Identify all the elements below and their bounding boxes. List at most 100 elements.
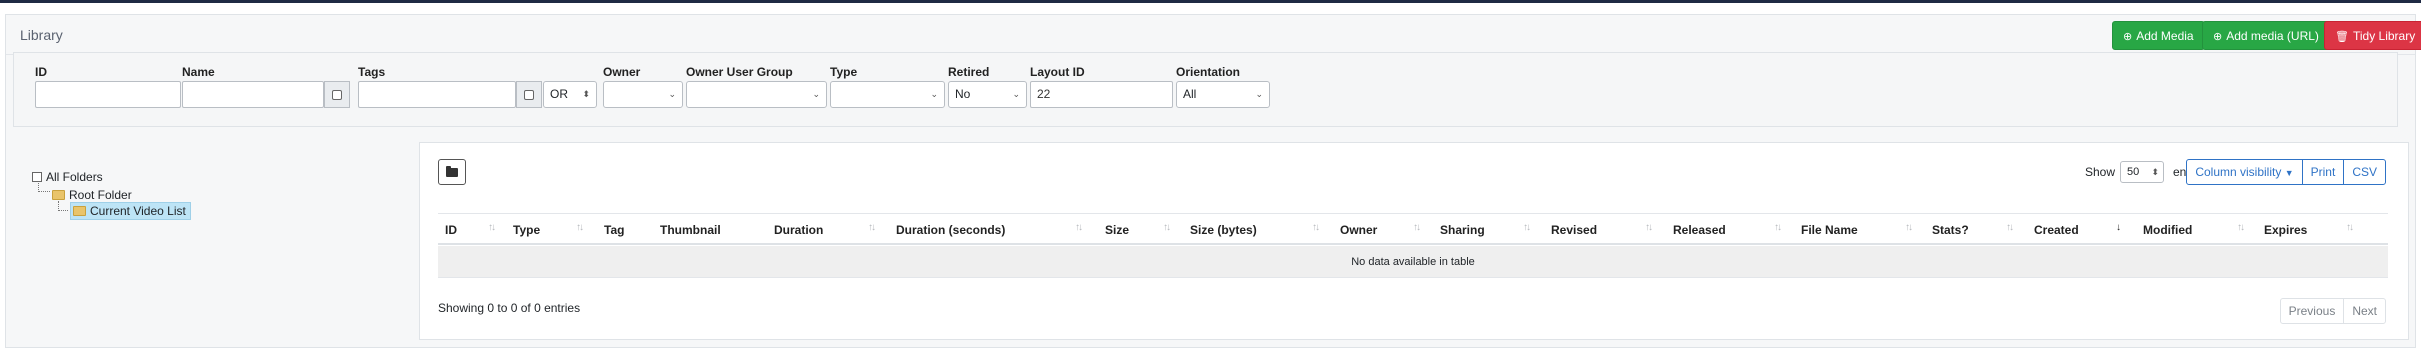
orientation-filter-select[interactable]: All ⌄: [1176, 81, 1270, 108]
plus-circle-icon: ⊕: [2123, 31, 2133, 43]
folder-tree: All Folders Root Folder Current Video Li…: [13, 145, 418, 334]
pagination: Previous Next: [2279, 298, 2386, 324]
table-export-buttons: Column visibility ▼ Print CSV: [2186, 159, 2386, 185]
owner-user-group-select[interactable]: ⌄: [686, 81, 827, 108]
sort-icon: ↑↓: [1075, 222, 1083, 233]
folder-toggle-button[interactable]: [438, 159, 466, 185]
sort-icon: ↑↓: [2346, 222, 2354, 233]
tidy-library-label: Tidy Library: [2352, 29, 2416, 43]
column-header-revised[interactable]: Revised: [1551, 223, 1597, 237]
csv-button[interactable]: CSV: [2343, 159, 2386, 185]
panel-header: Library ⊕ Add Media ⊕ Add media (URL) 🗑 Tid…: [6, 15, 2421, 55]
type-filter-select[interactable]: ⌄: [830, 81, 945, 108]
id-filter-label: ID: [35, 65, 47, 79]
column-header-stats[interactable]: Stats?: [1932, 223, 1969, 237]
filter-form: ID Name Tags OR ⬍ Owner ⌄ Owner User Gro…: [13, 52, 2398, 127]
retired-filter-value: No: [955, 87, 971, 101]
column-header-sharing[interactable]: Sharing: [1440, 223, 1485, 237]
tidy-library-button[interactable]: 🗑 Tidy Library: [2324, 21, 2421, 50]
add-media-url-button[interactable]: ⊕ Add media (URL): [2202, 21, 2330, 50]
sort-icon: ↑↓: [2006, 222, 2014, 233]
name-exact-checkbox[interactable]: [324, 81, 350, 108]
owner-filter-select[interactable]: ⌄: [603, 81, 683, 108]
column-header-size-bytes[interactable]: Size (bytes): [1190, 223, 1257, 237]
sort-icon: ↑↓: [488, 222, 496, 233]
tags-operator-select[interactable]: OR ⬍: [543, 81, 597, 108]
column-header-thumbnail[interactable]: Thumbnail: [660, 223, 721, 237]
chevron-down-icon: ⌄: [930, 89, 938, 99]
owner-user-group-label: Owner User Group: [686, 65, 793, 79]
tags-filter-input[interactable]: [358, 81, 516, 108]
tree-connector: [38, 191, 50, 192]
column-header-modified[interactable]: Modified: [2143, 223, 2192, 237]
retired-filter-label: Retired: [948, 65, 990, 79]
table-header: ID ↑↓ Type ↑↓ Tag Thumbnail Duration ↑↓ …: [438, 213, 2388, 245]
top-accent-bar: [0, 0, 2421, 3]
sort-icon: ↑↓: [1312, 222, 1320, 233]
tree-node-all-folders[interactable]: All Folders: [32, 170, 103, 184]
column-header-type[interactable]: Type: [513, 223, 540, 237]
trash-icon: 🗑: [2335, 31, 2349, 43]
type-filter-label: Type: [830, 65, 858, 79]
orientation-filter-value: All: [1183, 87, 1197, 101]
column-header-released[interactable]: Released: [1673, 223, 1726, 237]
tags-operator-value: OR: [550, 87, 568, 101]
print-button[interactable]: Print: [2301, 159, 2345, 185]
column-visibility-label: Column visibility: [2195, 165, 2282, 179]
add-media-url-label: Add media (URL): [2226, 29, 2319, 43]
page-size-select[interactable]: 50 ⬍: [2120, 161, 2164, 183]
updown-caret-icon: ⬍: [2151, 167, 2159, 177]
sort-icon: ↑↓: [1523, 222, 1531, 233]
sort-icon: ↑↓: [868, 222, 876, 233]
page-title: Library: [20, 27, 63, 43]
tags-exact-checkbox[interactable]: [516, 81, 542, 108]
tags-filter-label: Tags: [358, 65, 386, 79]
table-info: Showing 0 to 0 of 0 entries: [438, 301, 581, 315]
show-label: Show: [2084, 165, 2115, 179]
column-header-tag[interactable]: Tag: [604, 223, 624, 237]
sort-icon: ↑↓: [1163, 222, 1171, 233]
sort-icon: ↑↓: [2237, 222, 2245, 233]
retired-filter-select[interactable]: No ⌄: [948, 81, 1027, 108]
name-filter-label: Name: [182, 65, 215, 79]
folder-icon: [446, 165, 458, 177]
root-folder-label: Root Folder: [69, 188, 132, 202]
tree-connector: [58, 210, 68, 211]
column-header-size[interactable]: Size: [1105, 223, 1129, 237]
chevron-down-icon: ⌄: [1012, 89, 1020, 99]
updown-caret-icon: ⬍: [582, 89, 590, 99]
plus-circle-icon: ⊕: [2213, 31, 2223, 43]
previous-page-button[interactable]: Previous: [2279, 298, 2345, 324]
add-media-button[interactable]: ⊕ Add Media: [2112, 21, 2205, 50]
add-media-label: Add Media: [2136, 29, 2194, 43]
all-folders-label: All Folders: [46, 170, 103, 184]
column-header-duration-seconds[interactable]: Duration (seconds): [896, 223, 1005, 237]
id-filter-input[interactable]: [35, 81, 181, 108]
page-size-value: 50: [2127, 166, 2140, 178]
next-page-button[interactable]: Next: [2343, 298, 2386, 324]
column-header-owner[interactable]: Owner: [1340, 223, 1377, 237]
sort-icon: ↑↓: [1774, 222, 1782, 233]
column-header-id[interactable]: ID: [445, 223, 457, 237]
owner-filter-label: Owner: [603, 65, 641, 79]
orientation-filter-label: Orientation: [1176, 65, 1241, 79]
tree-node-current-video-list[interactable]: Current Video List: [70, 202, 191, 220]
sort-desc-icon: ↓: [2116, 222, 2121, 233]
sort-icon: ↑↓: [1905, 222, 1913, 233]
layout-id-filter-input[interactable]: 22: [1030, 81, 1173, 108]
sort-icon: ↑↓: [1645, 222, 1653, 233]
column-header-created[interactable]: Created: [2034, 223, 2079, 237]
folder-icon: [73, 206, 86, 216]
chevron-down-icon: ⌄: [668, 89, 676, 99]
name-filter-input[interactable]: [182, 81, 324, 108]
caret-down-icon: ▼: [2284, 168, 2294, 178]
empty-table-row: No data available in table: [438, 246, 2388, 278]
all-folders-checkbox[interactable]: [32, 172, 42, 182]
layout-id-filter-label: Layout ID: [1030, 65, 1085, 79]
media-table-panel: Show 50 ⬍ entries Column visibility ▼ Pr…: [419, 142, 2409, 340]
column-header-expires[interactable]: Expires: [2264, 223, 2307, 237]
column-header-file-name[interactable]: File Name: [1801, 223, 1858, 237]
column-visibility-button[interactable]: Column visibility ▼: [2186, 159, 2303, 185]
column-header-duration[interactable]: Duration: [774, 223, 823, 237]
tree-node-root-folder[interactable]: Root Folder: [52, 188, 132, 202]
